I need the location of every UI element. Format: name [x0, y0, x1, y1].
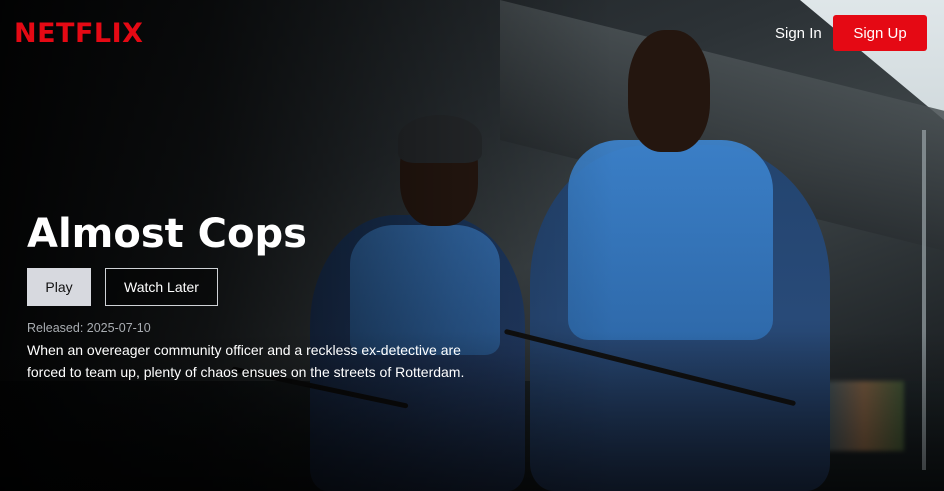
- sign-in-link[interactable]: Sign In: [775, 25, 822, 42]
- hero-banner: NETFLIX Sign In Sign Up Almost Cops Play…: [0, 0, 944, 491]
- movie-title: Almost Cops: [27, 211, 307, 257]
- release-date-label: Released:: [27, 321, 87, 335]
- play-button[interactable]: Play: [27, 268, 91, 306]
- movie-description: When an overeager community officer and …: [27, 342, 465, 380]
- sign-up-button[interactable]: Sign Up: [833, 15, 927, 51]
- release-date: Released: 2025-07-10: [27, 321, 151, 335]
- release-date-value: 2025-07-10: [86, 321, 151, 335]
- netflix-logo[interactable]: NETFLIX: [14, 18, 143, 49]
- watch-later-button[interactable]: Watch Later: [105, 268, 218, 306]
